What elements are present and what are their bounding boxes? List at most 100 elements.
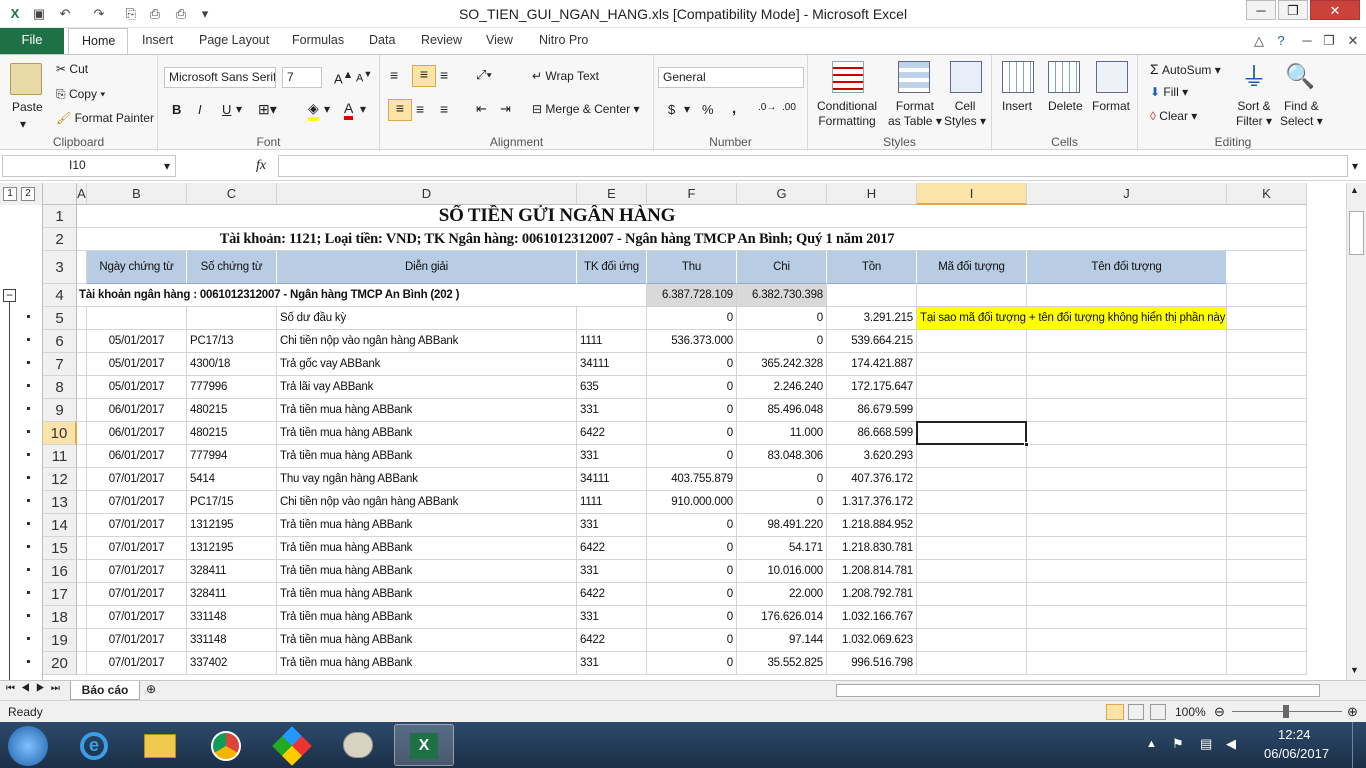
date-cell[interactable]: 07/01/2017: [87, 606, 187, 629]
description-cell[interactable]: Trả lãi vay ABBank: [277, 376, 577, 399]
account-cell[interactable]: 1111: [577, 491, 647, 514]
cell[interactable]: [77, 353, 87, 376]
cell[interactable]: [1027, 652, 1227, 675]
tab-page-layout[interactable]: Page Layout: [199, 33, 269, 47]
wrap-text-button[interactable]: ↵ Wrap Text: [532, 69, 599, 83]
number-format-combo[interactable]: General: [658, 67, 804, 88]
ton-cell[interactable]: 1.208.792.781: [827, 583, 917, 606]
thu-cell[interactable]: 0: [647, 537, 737, 560]
description-cell[interactable]: Trả tiền mua hàng ABBank: [277, 583, 577, 606]
voucher-cell[interactable]: 480215: [187, 399, 277, 422]
sort-filter-icon[interactable]: ⏚: [1238, 61, 1270, 93]
date-cell[interactable]: 06/01/2017: [87, 399, 187, 422]
cell[interactable]: [77, 560, 87, 583]
chi-cell[interactable]: 35.552.825: [737, 652, 827, 675]
find-select-button[interactable]: Find & Select ▾: [1280, 99, 1323, 129]
cell[interactable]: [917, 468, 1027, 491]
cell[interactable]: [1227, 284, 1307, 307]
cell[interactable]: [1027, 353, 1227, 376]
ton-cell[interactable]: 174.421.887: [827, 353, 917, 376]
cell[interactable]: [77, 399, 87, 422]
voucher-cell[interactable]: PC17/13: [187, 330, 277, 353]
chi-cell[interactable]: 2.246.240: [737, 376, 827, 399]
column-header-f[interactable]: F: [647, 183, 737, 205]
underline-button[interactable]: U: [222, 102, 231, 117]
ton-cell[interactable]: 1.208.814.781: [827, 560, 917, 583]
description-cell[interactable]: Trả tiền mua hàng ABBank: [277, 560, 577, 583]
description-cell[interactable]: Thu vay ngân hàng ABBank: [277, 468, 577, 491]
cell[interactable]: [917, 629, 1027, 652]
description-cell[interactable]: Trả tiền mua hàng ABBank: [277, 606, 577, 629]
outline-level-1-button[interactable]: 1: [3, 187, 17, 201]
row-header-17[interactable]: 17: [43, 583, 77, 606]
align-left-icon[interactable]: ≡: [388, 99, 412, 121]
date-cell[interactable]: 06/01/2017: [87, 422, 187, 445]
tab-review[interactable]: Review: [421, 33, 462, 47]
delete-cells-icon[interactable]: [1048, 61, 1080, 93]
excel-taskbar-icon[interactable]: X: [394, 724, 454, 766]
row-header-13[interactable]: 13: [43, 491, 77, 514]
cell[interactable]: [1027, 514, 1227, 537]
chi-cell[interactable]: 11.000: [737, 422, 827, 445]
thu-cell[interactable]: 403.755.879: [647, 468, 737, 491]
row-header-8[interactable]: 8: [43, 376, 77, 399]
voucher-cell[interactable]: 4300/18: [187, 353, 277, 376]
thu-cell[interactable]: 0: [647, 514, 737, 537]
description-cell[interactable]: Chi tiền nộp vào ngân hàng ABBank: [277, 330, 577, 353]
thu-cell[interactable]: 0: [647, 629, 737, 652]
opening-balance-label[interactable]: Số dư đầu kỳ: [277, 307, 577, 330]
cell[interactable]: [917, 330, 1027, 353]
thu-cell[interactable]: 0: [647, 583, 737, 606]
group-row-thu[interactable]: 6.387.728.109: [647, 284, 737, 307]
select-all-corner[interactable]: [43, 183, 77, 205]
chi-cell[interactable]: 365.242.328: [737, 353, 827, 376]
normal-view-icon[interactable]: [1106, 704, 1124, 720]
cell[interactable]: [77, 251, 87, 284]
delete-button[interactable]: Delete: [1048, 99, 1083, 113]
cell[interactable]: [77, 422, 87, 445]
cell[interactable]: [917, 353, 1027, 376]
minimize-ribbon-icon[interactable]: △: [1250, 32, 1268, 50]
group-row-label[interactable]: Tài khoản ngân hàng : 0061012312007 - Ng…: [77, 284, 647, 307]
chi-cell[interactable]: 97.144: [737, 629, 827, 652]
account-cell[interactable]: 34111: [577, 468, 647, 491]
cell[interactable]: [917, 445, 1027, 468]
shrink-font-icon[interactable]: A▼: [356, 69, 372, 85]
find-select-icon[interactable]: 🔍: [1284, 61, 1316, 93]
cell[interactable]: [77, 652, 87, 675]
account-cell[interactable]: 34111: [577, 353, 647, 376]
ton-cell[interactable]: 1.218.884.952: [827, 514, 917, 537]
file-explorer-icon[interactable]: [130, 724, 190, 766]
cell[interactable]: [1027, 228, 1307, 251]
date-cell[interactable]: 07/01/2017: [87, 583, 187, 606]
description-cell[interactable]: Chi tiền nộp vào ngân hàng ABBank: [277, 491, 577, 514]
cell[interactable]: [1227, 560, 1307, 583]
account-cell[interactable]: 6422: [577, 422, 647, 445]
comma-button[interactable]: ,: [732, 100, 736, 117]
cell[interactable]: [1227, 514, 1307, 537]
thu-cell[interactable]: 0: [647, 422, 737, 445]
align-middle-icon[interactable]: ≡: [412, 65, 436, 87]
help-icon[interactable]: ?: [1272, 32, 1290, 50]
chi-cell[interactable]: 22.000: [737, 583, 827, 606]
date-cell[interactable]: 05/01/2017: [87, 353, 187, 376]
increase-indent-icon[interactable]: ⇥: [500, 101, 511, 117]
tab-data[interactable]: Data: [369, 33, 395, 47]
insert-cells-icon[interactable]: [1002, 61, 1034, 93]
align-right-icon[interactable]: ≡: [440, 101, 448, 117]
ton-cell[interactable]: 172.175.647: [827, 376, 917, 399]
borders-icon[interactable]: ⊞▾: [258, 101, 277, 118]
date-cell[interactable]: 07/01/2017: [87, 491, 187, 514]
row-header-9[interactable]: 9: [43, 399, 77, 422]
cell[interactable]: [917, 560, 1027, 583]
row-header-14[interactable]: 14: [43, 514, 77, 537]
cell[interactable]: [1227, 445, 1307, 468]
underline-dropdown-icon[interactable]: ▾: [236, 102, 242, 116]
cell[interactable]: [77, 491, 87, 514]
insert-sheet-icon[interactable]: ⊕: [146, 682, 156, 696]
decrease-indent-icon[interactable]: ⇤: [476, 101, 487, 117]
row-header-6[interactable]: 6: [43, 330, 77, 353]
column-header-i[interactable]: I: [917, 183, 1027, 205]
description-cell[interactable]: Trả tiền mua hàng ABBank: [277, 399, 577, 422]
opening-thu[interactable]: 0: [647, 307, 737, 330]
